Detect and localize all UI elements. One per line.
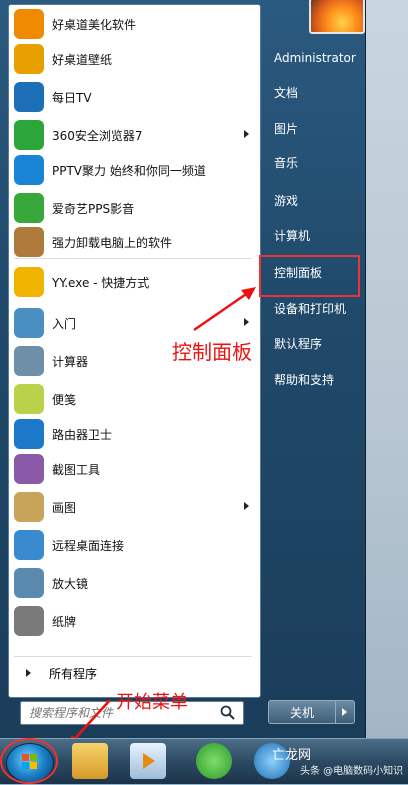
watermark-logo: 亡龙网 [272, 748, 312, 763]
start-button-highlight [0, 738, 58, 784]
browser-taskbar-icon[interactable] [196, 743, 232, 779]
start-menu-annotation: 开始菜单 [116, 692, 188, 713]
play-icon [143, 753, 155, 769]
media-player-taskbar-icon[interactable] [130, 743, 166, 779]
watermark-caption: 头条 @电脑数码小知识 [300, 766, 404, 777]
control-panel-annotation: 控制面板 [172, 340, 252, 364]
annotation-arrows [66, 287, 256, 749]
explorer-taskbar-icon[interactable] [72, 743, 108, 779]
